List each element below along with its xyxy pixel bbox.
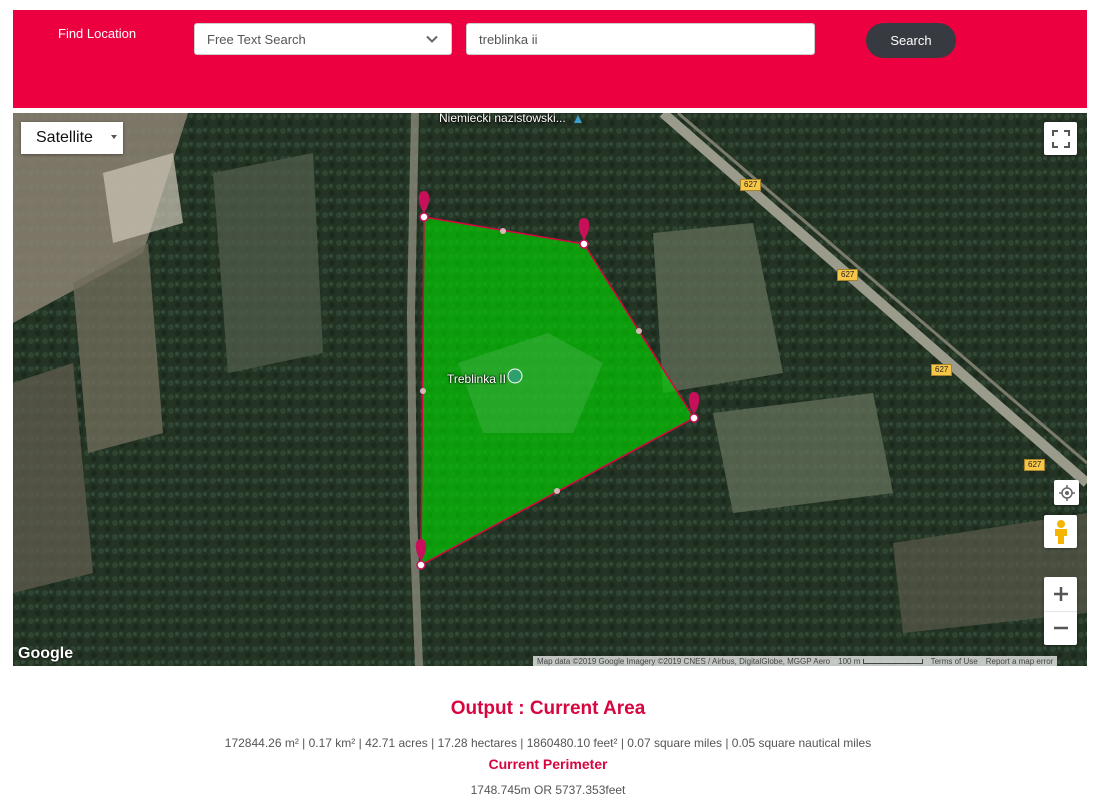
zoom-in-button[interactable] — [1044, 577, 1077, 612]
scale-label[interactable]: 100 m — [838, 657, 923, 666]
fullscreen-button[interactable] — [1044, 122, 1077, 155]
place-label-treblinka[interactable]: Treblinka II — [447, 372, 506, 386]
zoom-out-icon — [1053, 627, 1068, 630]
search-input[interactable] — [466, 23, 815, 55]
map-type-label: Satellite — [36, 129, 93, 146]
pegman-icon — [1054, 519, 1067, 544]
fullscreen-icon — [1051, 129, 1070, 148]
road-shield-627: 627 — [931, 364, 953, 376]
find-location-header: Find Location Free Text Search Search — [13, 10, 1087, 108]
search-mode-select[interactable]: Free Text Search — [194, 23, 452, 55]
scale-bar — [862, 659, 923, 665]
zoom-in-icon — [1053, 586, 1068, 601]
perimeter-value: 1748.745m OR 5737.353feet — [470, 783, 626, 797]
search-mode-value: Free Text Search — [207, 31, 306, 47]
zoom-out-button[interactable] — [1044, 612, 1077, 646]
map-attribution: Map data ©2019 Google Imagery ©2019 CNES… — [533, 656, 1058, 666]
map-type-control[interactable]: Satellite — [21, 122, 123, 154]
my-location-button[interactable] — [1054, 480, 1079, 505]
my-location-icon — [1058, 484, 1075, 501]
perimeter-title: Current Perimeter — [488, 756, 608, 772]
area-values: 172844.26 m² | 0.17 km² | 42.71 acres | … — [224, 736, 872, 750]
find-location-label: Find Location — [58, 26, 137, 41]
street-view-button[interactable] — [1044, 515, 1077, 548]
report-map-error-link[interactable]: Report a map error — [986, 657, 1054, 666]
road-shield-627: 627 — [1024, 459, 1046, 471]
terms-link[interactable]: Terms of Use — [931, 657, 978, 666]
search-button[interactable]: Search — [866, 23, 956, 58]
map-canvas[interactable]: Niemiecki nazistowski... Treblinka II 62… — [13, 113, 1087, 666]
satellite-imagery — [13, 113, 1087, 666]
place-label-top[interactable]: Niemiecki nazistowski... — [439, 113, 566, 125]
chevron-down-icon — [426, 35, 438, 43]
caret-down-icon — [111, 135, 117, 139]
road-shield-627: 627 — [837, 269, 859, 281]
google-logo[interactable]: Google — [18, 645, 73, 663]
attribution-text: Map data ©2019 Google Imagery ©2019 CNES… — [537, 657, 831, 666]
output-title: Output : Current Area — [450, 698, 646, 719]
road-shield-627: 627 — [740, 179, 762, 191]
zoom-control — [1044, 577, 1077, 645]
